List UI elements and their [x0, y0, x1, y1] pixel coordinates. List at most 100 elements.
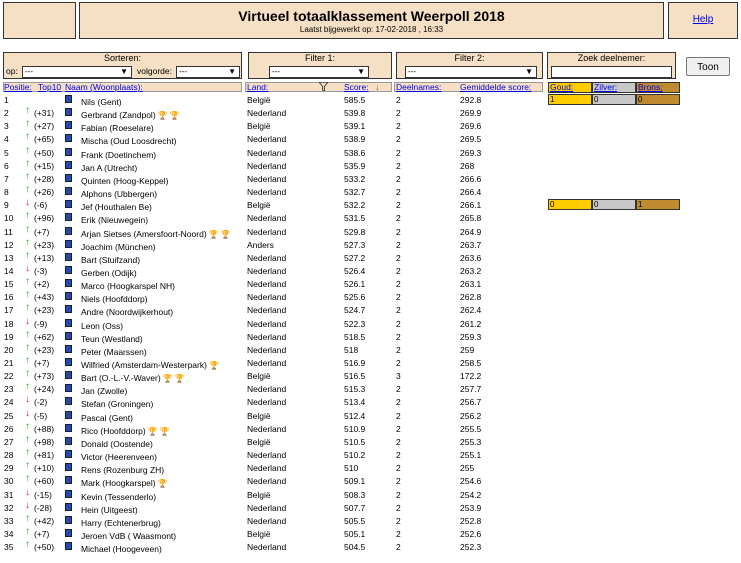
row-position: 32	[4, 502, 14, 513]
row-deelnames: 2	[396, 515, 401, 526]
col-silver[interactable]: Zilver:	[592, 82, 636, 93]
row-name-cell: Donald (Oostende)	[81, 437, 153, 449]
top10-icon[interactable]	[65, 384, 72, 393]
row-score: 522.3	[344, 318, 366, 329]
search-input[interactable]	[551, 66, 672, 78]
row-score: 507.7	[344, 502, 366, 513]
top10-icon[interactable]	[65, 476, 72, 485]
top10-icon[interactable]	[65, 463, 72, 472]
chevron-down-icon: ▼	[357, 67, 365, 76]
row-change: (+28)	[34, 173, 55, 184]
row-change: (+81)	[34, 450, 55, 461]
col-land[interactable]: Land:	[247, 82, 268, 92]
top10-icon[interactable]	[65, 121, 72, 130]
arrow-up-icon: ↑	[25, 131, 30, 143]
top10-icon[interactable]	[65, 187, 72, 196]
filter2-select[interactable]: --- ▼	[405, 66, 537, 78]
table-row: 2 ↑ (+31) Gerbrand (Zandpol) 🏆 🏆 Nederland 539.…	[0, 106, 741, 121]
row-change: (+7)	[34, 358, 50, 368]
col-name[interactable]: Naam (Woonplaats):	[65, 82, 143, 92]
top10-icon[interactable]	[65, 252, 72, 261]
row-change: (+50)	[34, 542, 55, 553]
row-average: 258.5	[460, 358, 482, 368]
top10-icon[interactable]	[65, 108, 72, 117]
arrow-up-icon: ↑	[25, 223, 30, 235]
row-change: (+7)	[34, 226, 50, 237]
row-name-cell: Alphons (Ubbergen)	[81, 187, 157, 199]
row-land: België	[247, 410, 271, 421]
top10-icon[interactable]	[65, 265, 72, 274]
sort-op-select[interactable]: --- ▼	[22, 66, 132, 78]
top10-icon[interactable]	[65, 542, 72, 551]
funnel-icon[interactable]	[318, 81, 329, 92]
top10-icon[interactable]	[65, 515, 72, 524]
top10-icon[interactable]	[65, 528, 72, 537]
search-panel: Zoek deelnemer:	[547, 52, 676, 79]
filter1-select[interactable]: --- ▼	[269, 66, 369, 78]
row-land: België	[247, 436, 271, 447]
top10-icon[interactable]	[65, 213, 72, 222]
top10-icon[interactable]	[65, 147, 72, 156]
top10-icon[interactable]	[65, 239, 72, 248]
row-score: 505.5	[344, 515, 366, 526]
row-change: (+24)	[34, 384, 55, 395]
help-link[interactable]: Help	[693, 14, 714, 25]
help-box: Help	[668, 2, 738, 39]
row-average: 256.7	[460, 397, 482, 408]
top10-icon[interactable]	[65, 423, 72, 432]
col-deelnames[interactable]: Deelnames:	[396, 82, 441, 92]
top10-icon[interactable]	[65, 173, 72, 182]
top10-icon[interactable]	[65, 371, 72, 380]
row-deelnames: 2	[396, 331, 401, 342]
top10-icon[interactable]	[65, 305, 72, 314]
top10-icon[interactable]	[65, 226, 72, 235]
row-name-cell: Gerbrand (Zandpol) 🏆 🏆	[81, 108, 180, 120]
top10-icon[interactable]	[65, 450, 72, 459]
col-top10[interactable]: Top10	[38, 82, 61, 92]
row-change: (+23)	[34, 239, 55, 250]
row-deelnames: 2	[396, 450, 401, 461]
row-score: 527.3	[344, 239, 366, 250]
top10-icon[interactable]	[65, 358, 72, 366]
sort-order-select[interactable]: --- ▼	[176, 66, 240, 78]
top10-icon[interactable]	[65, 410, 72, 419]
show-button[interactable]: Toon	[686, 57, 730, 76]
arrow-down-icon: ↓	[25, 499, 30, 511]
row-change: (-28)	[34, 502, 52, 513]
top10-icon[interactable]	[65, 200, 72, 209]
row-deelnames: 3	[396, 371, 401, 382]
table-row: 29 ↑ (+10) Rens (Rozenburg ZH) Nederland 510 2…	[0, 461, 741, 476]
top10-icon[interactable]	[65, 489, 72, 498]
top10-icon[interactable]	[65, 279, 72, 288]
top10-icon[interactable]	[65, 134, 72, 143]
top10-icon[interactable]	[65, 292, 72, 301]
row-land: Nederland	[247, 213, 287, 224]
col-gold[interactable]: Goud:	[548, 82, 592, 93]
row-name-cell: Rico (Hoofddorp) 🏆 🏆	[81, 424, 170, 436]
row-position: 11	[4, 226, 13, 237]
col-bronze[interactable]: Brons:	[636, 82, 680, 93]
row-name-cell: Bart (O.-L.-V.-Waver) 🏆 🏆	[81, 371, 185, 383]
row-deelnames: 2	[396, 318, 401, 329]
col-average[interactable]: Gemiddelde score:	[460, 82, 531, 92]
row-average: 269.9	[460, 108, 482, 119]
row-deelnames: 2	[396, 410, 401, 421]
top10-icon[interactable]	[65, 318, 72, 327]
top10-icon[interactable]	[65, 436, 72, 445]
row-deelnames: 2	[396, 265, 401, 276]
top10-icon[interactable]	[65, 160, 72, 169]
top10-icon[interactable]	[65, 502, 72, 511]
top10-icon[interactable]	[65, 95, 72, 103]
row-score: 529.8	[344, 226, 366, 237]
col-position[interactable]: Positie:	[4, 82, 32, 92]
col-score[interactable]: Score:	[344, 82, 369, 92]
top10-icon[interactable]	[65, 344, 72, 353]
chevron-down-icon: ▼	[228, 67, 236, 76]
top10-icon[interactable]	[65, 331, 72, 340]
row-deelnames: 2	[396, 384, 401, 395]
table-row: 12 ↑ (+23) Joachim (München) Anders 527.3 2 263…	[0, 237, 741, 252]
row-name-cell: Leon (Oss)	[81, 319, 123, 331]
row-score: 538.6	[344, 147, 366, 158]
top10-icon[interactable]	[65, 397, 72, 406]
row-name-cell: Arjan Sietses (Amersfoort-Noord) 🏆 🏆	[81, 227, 231, 239]
